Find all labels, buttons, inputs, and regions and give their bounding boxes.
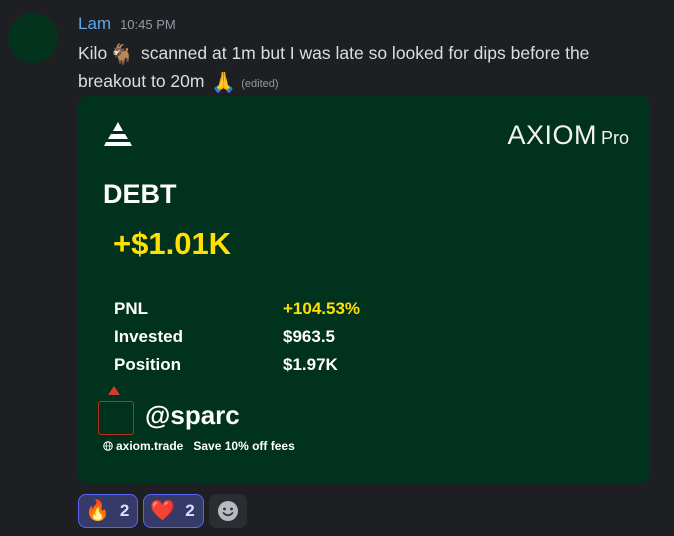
brand-sub: Pro [600, 128, 629, 148]
card-user-avatar [98, 401, 134, 435]
reactions-bar: 🔥 2 ❤️ 2 [78, 494, 247, 528]
card-footer: axiom.trade Save 10% off fees [103, 439, 295, 453]
pnl-card-image[interactable]: AXIOM Pro DEBT +$1.01K PNL +104.53% Inve… [78, 96, 650, 483]
stat-value: +104.53% [283, 299, 361, 318]
stat-row-position: Position $1.97K [114, 351, 360, 379]
message-text-part1: Kilo [78, 43, 108, 63]
site-url: axiom.trade [116, 439, 184, 453]
stats-table: PNL +104.53% Invested $963.5 Position $1… [114, 295, 360, 379]
user-avatar[interactable] [8, 13, 58, 63]
stat-row-invested: Invested $963.5 [114, 323, 360, 351]
message-header: Lam 10:45 PM [78, 14, 176, 34]
chat-message: Lam 10:45 PM Kilo 🐐 scanned at 1m but I w… [0, 0, 674, 536]
stat-value: $1.97K [283, 355, 338, 374]
stat-row-pnl: PNL +104.53% [114, 295, 360, 323]
profit-amount: +$1.01K [113, 226, 232, 261]
reaction-heart[interactable]: ❤️ 2 [143, 494, 204, 528]
reaction-count: 2 [119, 501, 130, 520]
brand-wordmark: AXIOM Pro [507, 120, 629, 151]
heart-emoji-icon: ❤️ [150, 500, 176, 522]
stat-value: $963.5 [283, 327, 335, 346]
globe-icon [103, 441, 113, 451]
promo-text: Save 10% off fees [193, 439, 295, 453]
username[interactable]: Lam [78, 14, 111, 34]
goat-emoji-icon: 🐐 [109, 44, 135, 66]
stat-label: Position [114, 355, 182, 374]
reaction-fire[interactable]: 🔥 2 [78, 494, 139, 528]
brand-main: AXIOM [507, 120, 597, 150]
fire-emoji-icon: 🔥 [85, 500, 110, 522]
smiley-icon [217, 501, 238, 521]
edited-label: (edited) [241, 78, 279, 90]
pray-emoji-icon: 🙏 [211, 72, 237, 94]
add-reaction-button[interactable] [208, 494, 247, 528]
message-text: Kilo 🐐 scanned at 1m but I was late so lo… [78, 40, 658, 97]
user-handle: @sparc [145, 400, 240, 430]
token-ticker: DEBT [103, 179, 177, 209]
reaction-count: 2 [185, 501, 195, 520]
axiom-logo-icon [104, 122, 132, 146]
stat-label: Invested [114, 327, 183, 346]
message-text-part2: scanned at 1m but I was late so looked f… [78, 43, 590, 91]
stat-label: PNL [114, 299, 148, 318]
avatar-triangle-icon [108, 386, 120, 395]
timestamp[interactable]: 10:45 PM [120, 17, 176, 32]
